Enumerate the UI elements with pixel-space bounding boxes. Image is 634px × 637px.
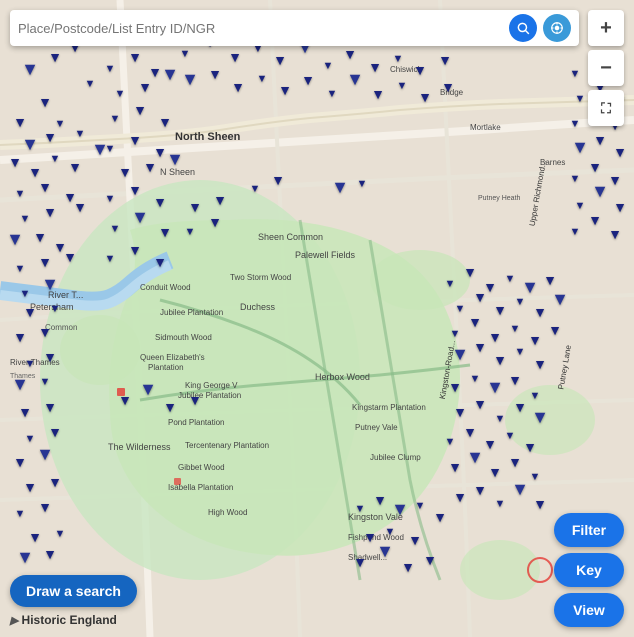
svg-text:Queen Elizabeth's: Queen Elizabeth's bbox=[140, 353, 205, 362]
svg-text:Upper Richmond...: Upper Richmond... bbox=[528, 160, 548, 227]
bottom-left-controls: Draw a search ▶ Historic England bbox=[10, 575, 137, 627]
svg-text:River T...: River T... bbox=[48, 290, 83, 300]
zoom-out-button[interactable]: − bbox=[588, 50, 624, 86]
svg-text:Tercentenary Plantation: Tercentenary Plantation bbox=[185, 441, 269, 450]
svg-text:Kingston-Road...: Kingston-Road... bbox=[438, 340, 457, 400]
zoom-in-button[interactable]: + bbox=[588, 10, 624, 46]
svg-text:Petersham: Petersham bbox=[30, 302, 74, 312]
svg-text:Kingston Vale: Kingston Vale bbox=[348, 512, 403, 522]
map-container[interactable]: North Sheen N Sheen River T... Petersham… bbox=[0, 0, 634, 637]
svg-text:Kingstarm Plantation: Kingstarm Plantation bbox=[352, 403, 426, 412]
svg-text:High Wood: High Wood bbox=[208, 508, 247, 517]
svg-text:Putney Vale: Putney Vale bbox=[355, 423, 398, 432]
svg-text:Herbox Wood: Herbox Wood bbox=[315, 372, 370, 382]
svg-text:Putney Heath: Putney Heath bbox=[478, 195, 521, 202]
svg-text:Thames: Thames bbox=[10, 373, 36, 380]
historic-england-logo: ▶ Historic England bbox=[10, 613, 137, 627]
svg-text:Mortlake: Mortlake bbox=[470, 123, 501, 132]
bottom-right-controls: Filter Key View bbox=[554, 513, 624, 627]
view-button[interactable]: View bbox=[554, 593, 624, 627]
svg-text:Jubilee Plantation: Jubilee Plantation bbox=[160, 308, 223, 317]
svg-text:North Sheen: North Sheen bbox=[175, 131, 241, 143]
svg-text:Chiswick: Chiswick bbox=[390, 65, 423, 74]
svg-text:Shadwell...: Shadwell... bbox=[348, 553, 387, 562]
svg-text:Jubilee Clump: Jubilee Clump bbox=[370, 453, 421, 462]
svg-text:Common: Common bbox=[45, 323, 77, 332]
svg-text:Pond Plantation: Pond Plantation bbox=[168, 418, 225, 427]
map-controls: + − ⛶ bbox=[588, 10, 624, 126]
svg-text:River Thames: River Thames bbox=[10, 358, 60, 367]
svg-text:Fishpond Wood: Fishpond Wood bbox=[348, 533, 404, 542]
svg-text:Isabella Plantation: Isabella Plantation bbox=[168, 483, 233, 492]
svg-text:King George V: King George V bbox=[185, 381, 238, 390]
svg-text:Plantation: Plantation bbox=[148, 363, 184, 372]
filter-button[interactable]: Filter bbox=[554, 513, 624, 547]
svg-text:Jubilee Plantation: Jubilee Plantation bbox=[178, 391, 241, 400]
svg-text:Sheen Common: Sheen Common bbox=[258, 232, 323, 242]
svg-text:N Sheen: N Sheen bbox=[160, 167, 195, 177]
svg-text:Duchess: Duchess bbox=[240, 302, 276, 312]
search-button[interactable] bbox=[509, 14, 537, 42]
svg-text:Sidmouth Wood: Sidmouth Wood bbox=[155, 333, 212, 342]
draw-search-button[interactable]: Draw a search bbox=[10, 575, 137, 607]
svg-text:Palewell Fields: Palewell Fields bbox=[295, 250, 356, 260]
svg-text:Conduit Wood: Conduit Wood bbox=[140, 283, 191, 292]
search-bar bbox=[10, 10, 579, 46]
svg-text:Gibbet Wood: Gibbet Wood bbox=[178, 463, 225, 472]
location-button[interactable] bbox=[543, 14, 571, 42]
svg-text:Two Storm Wood: Two Storm Wood bbox=[230, 273, 291, 282]
svg-text:Bridge: Bridge bbox=[440, 88, 464, 97]
search-input[interactable] bbox=[18, 21, 503, 36]
key-button[interactable]: Key bbox=[554, 553, 624, 587]
fullscreen-button[interactable]: ⛶ bbox=[588, 90, 624, 126]
svg-text:Putney Lane: Putney Lane bbox=[556, 344, 573, 390]
svg-text:The Wilderness: The Wilderness bbox=[108, 442, 171, 452]
svg-text:Barnes: Barnes bbox=[540, 158, 565, 167]
